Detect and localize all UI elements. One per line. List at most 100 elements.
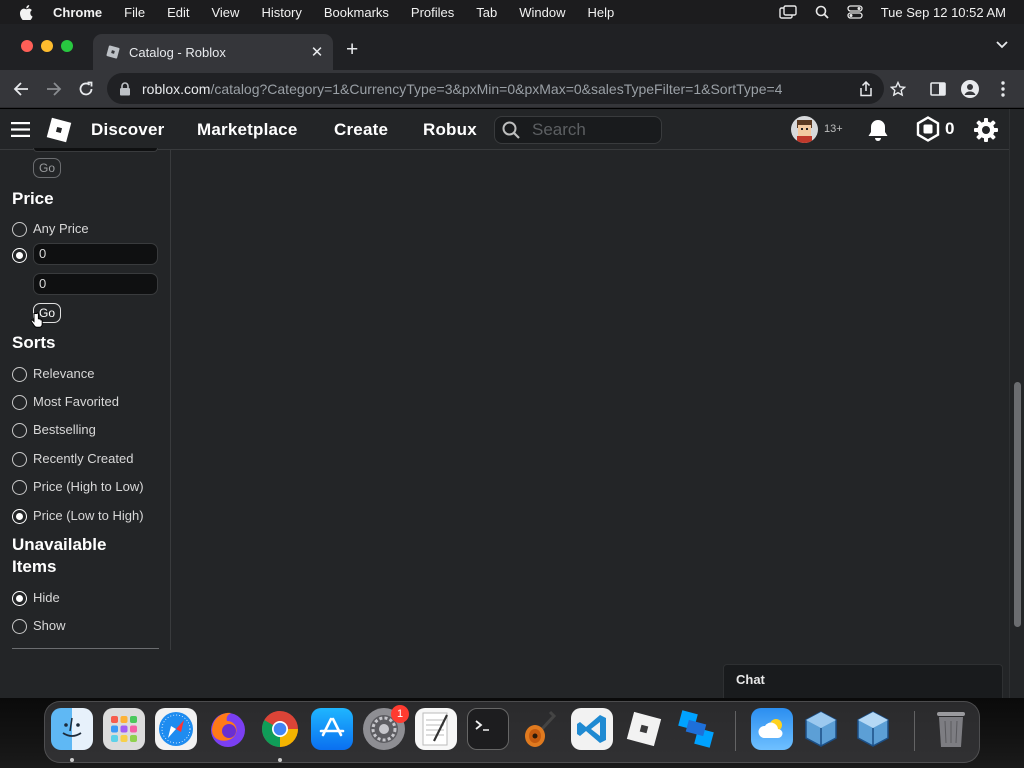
radio-relevance[interactable] [12, 367, 27, 382]
profile-icon[interactable] [960, 79, 980, 99]
browser-toolbar: roblox.com/catalog?Category=1&CurrencyTy… [0, 70, 1024, 108]
menu-window[interactable]: Window [519, 5, 565, 20]
sort-option-price-low-high[interactable]: Price (Low to High) [12, 506, 144, 524]
sort-label-price-high-low: Price (High to Low) [33, 478, 144, 494]
roblox-logo-icon[interactable] [44, 115, 74, 150]
sort-option-bestselling[interactable]: Bestselling [12, 420, 96, 438]
finder-icon[interactable] [51, 708, 93, 750]
menu-view[interactable]: View [211, 5, 239, 20]
close-window-button[interactable] [21, 40, 33, 52]
side-panel-icon[interactable] [928, 79, 948, 99]
chrome-menu-icon[interactable] [993, 79, 1013, 99]
radio-bestselling[interactable] [12, 423, 27, 438]
vscode-icon[interactable] [571, 708, 613, 750]
minimize-window-button[interactable] [41, 40, 53, 52]
apple-icon[interactable] [19, 4, 33, 20]
browser-tab-catalog[interactable]: Catalog - Roblox ✕ [93, 34, 333, 70]
catalog-page: Go Price Any Price 0 0 Go Sorts Relevanc… [0, 148, 1009, 698]
spotlight-search-icon[interactable] [815, 5, 829, 19]
avatar[interactable] [791, 116, 818, 143]
radio-price-low-high[interactable] [12, 509, 27, 524]
price-max-input[interactable]: 0 [33, 273, 158, 295]
bookmark-star-icon[interactable] [888, 79, 908, 99]
nav-robux[interactable]: Robux [423, 120, 477, 140]
close-tab-icon[interactable]: ✕ [307, 43, 327, 61]
virtualbox-vm-icon[interactable] [852, 708, 894, 750]
finder-running-indicator [70, 758, 74, 762]
weather-icon[interactable] [751, 708, 793, 750]
roblox-header: Discover Marketplace Create Robux Search… [0, 109, 1009, 150]
price-min-input[interactable]: 0 [33, 243, 158, 265]
nav-discover[interactable]: Discover [91, 120, 164, 140]
settings-gear-icon[interactable] [973, 117, 999, 148]
roblox-studio-icon[interactable] [675, 708, 717, 750]
safari-icon[interactable] [155, 708, 197, 750]
garageband-icon[interactable] [519, 708, 561, 750]
radio-show[interactable] [12, 619, 27, 634]
previous-filter-input-edge [33, 148, 158, 152]
control-center-icon[interactable] [847, 5, 863, 19]
sort-option-most-favorited[interactable]: Most Favorited [12, 392, 119, 410]
search-input[interactable]: Search [494, 116, 662, 144]
hamburger-menu-icon[interactable] [11, 122, 30, 142]
unavailable-label-hide: Hide [33, 589, 60, 605]
radio-most-favorited[interactable] [12, 395, 27, 410]
radio-custom-price[interactable] [12, 248, 27, 263]
radio-price-high-low[interactable] [12, 480, 27, 495]
menubar-clock[interactable]: Tue Sep 12 10:52 AM [881, 5, 1006, 20]
hand-pointer-cursor-icon [30, 312, 43, 328]
screen-mirroring-icon[interactable] [779, 5, 797, 19]
share-icon[interactable] [856, 79, 876, 99]
robux-balance[interactable]: 0 [945, 119, 954, 139]
sort-option-price-high-low[interactable]: Price (High to Low) [12, 477, 144, 495]
url-text[interactable]: roblox.com/catalog?Category=1&CurrencyTy… [142, 81, 782, 97]
new-tab-button[interactable]: + [346, 38, 358, 62]
roblox-icon[interactable] [623, 708, 665, 750]
reload-icon[interactable] [76, 79, 96, 99]
launchpad-icon[interactable] [103, 708, 145, 750]
trash-icon[interactable] [930, 708, 972, 750]
go-button-previous[interactable]: Go [33, 158, 61, 178]
radio-hide[interactable] [12, 591, 27, 606]
virtualbox-icon[interactable] [800, 708, 842, 750]
menu-edit[interactable]: Edit [167, 5, 189, 20]
age-badge: 13+ [824, 123, 843, 135]
menu-tab[interactable]: Tab [476, 5, 497, 20]
back-icon[interactable] [11, 79, 31, 99]
sort-label-price-low-high: Price (Low to High) [33, 507, 144, 523]
menu-profiles[interactable]: Profiles [411, 5, 454, 20]
price-option-custom[interactable] [12, 245, 33, 263]
chat-panel-toggle[interactable]: Chat [723, 664, 1003, 698]
menu-file[interactable]: File [124, 5, 145, 20]
address-bar[interactable]: roblox.com/catalog?Category=1&CurrencyTy… [107, 73, 884, 104]
chrome-icon[interactable] [259, 708, 301, 750]
lock-icon[interactable] [119, 81, 131, 96]
forward-icon[interactable] [44, 79, 64, 99]
notifications-bell-icon[interactable] [867, 118, 889, 147]
radio-recently-created[interactable] [12, 452, 27, 467]
unavailable-items-heading: Unavailable Items [12, 535, 107, 576]
radio-any-price[interactable] [12, 222, 27, 237]
scrollbar-thumb[interactable] [1014, 382, 1021, 627]
unavailable-option-hide[interactable]: Hide [12, 588, 60, 606]
price-option-any[interactable]: Any Price [12, 219, 89, 237]
terminal-icon[interactable] [467, 708, 509, 750]
textedit-icon[interactable] [415, 708, 457, 750]
menu-bookmarks[interactable]: Bookmarks [324, 5, 389, 20]
menu-history[interactable]: History [261, 5, 301, 20]
sort-option-recently-created[interactable]: Recently Created [12, 449, 133, 467]
nav-marketplace[interactable]: Marketplace [197, 120, 297, 140]
nav-create[interactable]: Create [334, 120, 388, 140]
zoom-window-button[interactable] [61, 40, 73, 52]
menu-help[interactable]: Help [588, 5, 615, 20]
firefox-icon[interactable] [207, 708, 249, 750]
app-store-icon[interactable] [311, 708, 353, 750]
sort-option-relevance[interactable]: Relevance [12, 364, 94, 382]
unavailable-option-show[interactable]: Show [12, 616, 66, 634]
chrome-running-indicator [278, 758, 282, 762]
robux-icon[interactable] [915, 116, 941, 147]
menu-chrome[interactable]: Chrome [53, 5, 102, 20]
tab-search-chevron-icon[interactable] [995, 40, 1009, 50]
sort-label-relevance: Relevance [33, 365, 95, 381]
page-scrollbar[interactable] [1009, 109, 1024, 698]
